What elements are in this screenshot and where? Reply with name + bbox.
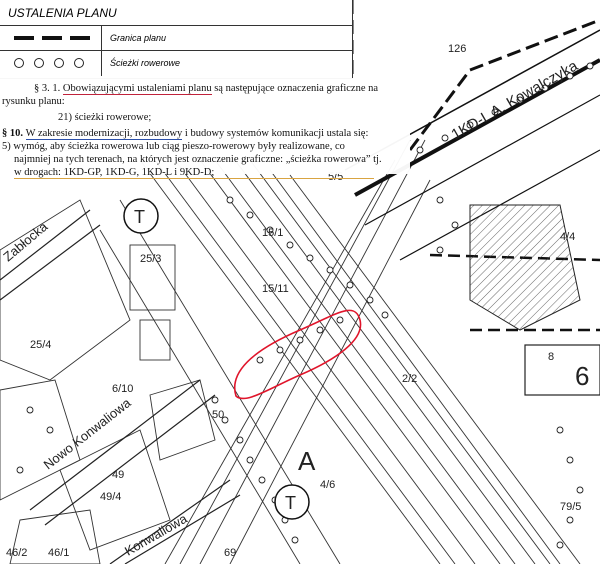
underlined-phrase-blue: W zakresie modernizacji, rozbudowy xyxy=(25,128,183,140)
parcel-number: 126 xyxy=(448,43,466,55)
text-line-1: § 3. 1. Obowiązującymi ustaleniami planu… xyxy=(34,82,378,95)
legend-row-bike: Ścieżki rowerowe xyxy=(0,51,352,76)
parcel-number: 46/1 xyxy=(48,547,69,559)
parcel-number: 4/6 xyxy=(320,479,335,491)
parcel-number: 79/5 xyxy=(560,501,581,513)
parcel-number: 4/4 xyxy=(560,231,575,243)
zone-letter-t1: T xyxy=(134,207,145,227)
circles-symbol xyxy=(0,51,102,76)
zone-letter-a: A xyxy=(298,446,316,476)
zone-letter-t2: T xyxy=(285,493,296,513)
text-line-1-rest: są następujące oznaczenia graficzne na xyxy=(211,83,379,94)
text-line-3: 21) ścieżki rowerowe; xyxy=(58,112,152,123)
text-line-2: rysunku planu: xyxy=(2,96,65,107)
regulation-text: § 3. 1. Obowiązującymi ustaleniami planu… xyxy=(0,78,410,179)
parcel-number: 6 xyxy=(575,361,589,391)
parcel-number: 50 xyxy=(212,409,224,421)
text-line-5: 5) wymóg, aby ścieżka rowerowa lub ciąg … xyxy=(2,141,345,152)
parcel-number: 8 xyxy=(548,351,554,363)
paragraph-number-3: § 3. 1. xyxy=(34,83,63,94)
parcel-number: 49/4 xyxy=(100,491,121,503)
underlined-phrase-red: Obowiązującymi ustaleniami planu xyxy=(62,83,212,95)
legend: USTALENIA PLANU Granica planu Ścieżki ro… xyxy=(0,0,353,79)
legend-label-boundary: Granica planu xyxy=(110,33,167,43)
parcel-number: 49 xyxy=(112,469,124,481)
dashed-line-symbol xyxy=(0,26,102,51)
underlined-phrase-gold: w drogach: 1KD-GP, 1KD-G, 1KD-L i 9KD-D; xyxy=(14,167,375,179)
text-line-4-rest: i budowy systemów komunikacji ustala się… xyxy=(182,128,369,139)
parcel-number: 2/2 xyxy=(402,373,417,385)
parcel-number: 25/3 xyxy=(140,253,161,265)
parcel-number: 46/2 xyxy=(6,547,27,559)
paragraph-number-10: § 10. xyxy=(2,128,26,139)
parcel-number: 69 xyxy=(224,547,236,559)
parcel-number: 25/4 xyxy=(30,339,51,351)
parcel-number: 6/10 xyxy=(112,383,133,395)
text-line-6: najmniej na tych terenach, na których je… xyxy=(14,154,382,165)
parcel-number: 15/1 xyxy=(262,227,283,239)
legend-title: USTALENIA PLANU xyxy=(0,0,352,26)
legend-label-bike: Ścieżki rowerowe xyxy=(110,58,181,68)
legend-row-boundary: Granica planu xyxy=(0,26,352,51)
parcel-number: 15/11 xyxy=(262,283,289,295)
text-line-7: w drogach: 1KD-GP, 1KD-G, 1KD-L i 9KD-D; xyxy=(14,166,375,179)
text-line-4: § 10. W zakresie modernizacji, rozbudowy… xyxy=(2,127,368,140)
